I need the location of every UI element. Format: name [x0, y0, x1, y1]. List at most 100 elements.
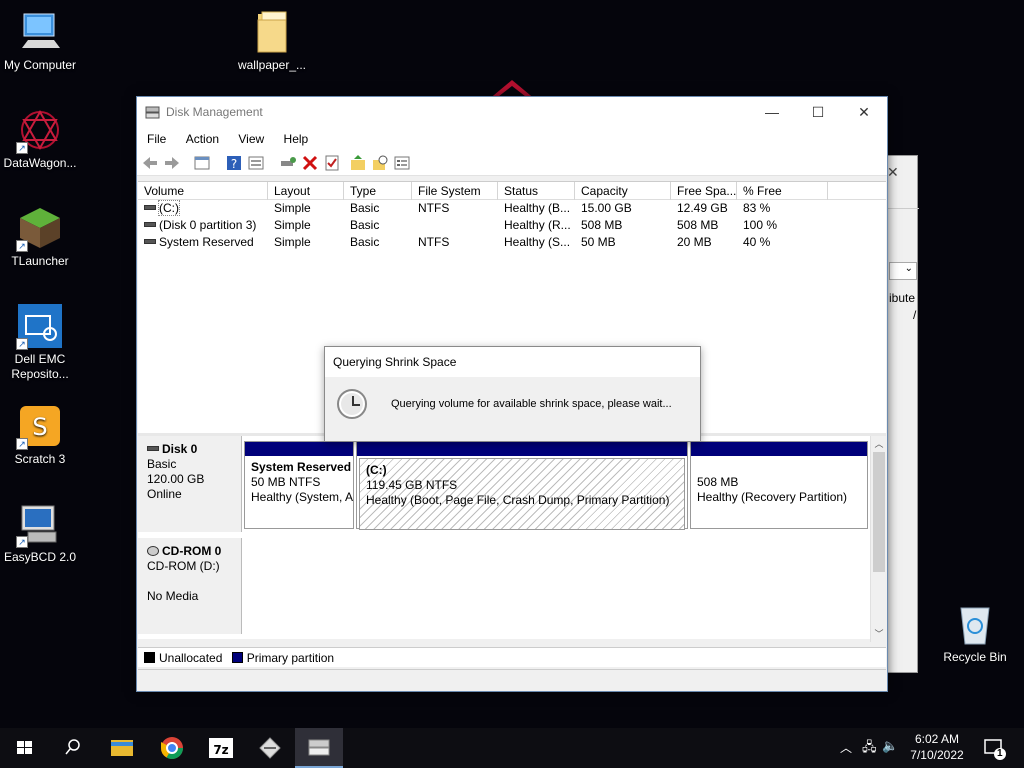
- volume-free-space: 508 MB: [677, 218, 719, 232]
- partition-recovery[interactable]: 508 MB Healthy (Recovery Partition): [690, 441, 868, 529]
- forward-arrow-icon[interactable]: [163, 154, 181, 172]
- desktop-icon-easybcd[interactable]: ↗ EasyBCD 2.0: [0, 502, 80, 565]
- chevron-up-icon[interactable]: ︿: [840, 739, 852, 756]
- dropdown-chevron-icon[interactable]: ⌄: [889, 262, 917, 280]
- shortcut-arrow-icon: ↗: [16, 536, 28, 548]
- scroll-up-icon[interactable]: ︿: [871, 436, 887, 452]
- disk-0-row[interactable]: Disk 0 Basic 120.00 GB Online System Res…: [138, 436, 870, 534]
- menu-action[interactable]: Action: [178, 128, 227, 150]
- folder-icon: [250, 10, 294, 54]
- check-icon[interactable]: [323, 154, 341, 172]
- menu-help[interactable]: Help: [276, 128, 317, 150]
- column-header-percent-free[interactable]: % Free: [737, 182, 828, 200]
- dialog-message: Querying volume for available shrink spa…: [391, 398, 672, 410]
- desktop-icon-scratch[interactable]: S ↗ Scratch 3: [0, 404, 80, 467]
- column-header-type[interactable]: Type: [344, 182, 412, 200]
- disk-state: Online: [147, 487, 182, 501]
- volume-layout: Simple: [274, 201, 311, 215]
- volume-name: System Reserved: [159, 235, 254, 249]
- search-folder-icon[interactable]: [371, 154, 389, 172]
- column-header-status[interactable]: Status: [498, 182, 575, 200]
- scratch-icon: S ↗: [16, 404, 62, 450]
- clock-date: 7/10/2022: [910, 748, 964, 762]
- taskbar-file-explorer[interactable]: [98, 728, 146, 768]
- disk-map-scrollbar[interactable]: ︿ ﹀: [870, 436, 886, 642]
- back-arrow-icon[interactable]: [141, 154, 159, 172]
- partition-status: Healthy (Boot, Page File, Crash Dump, Pr…: [366, 493, 670, 507]
- taskbar-app[interactable]: [246, 728, 294, 768]
- cdrom-icon: [147, 545, 159, 556]
- show-hide-console-icon[interactable]: [193, 154, 211, 172]
- partition-status: Healthy (System, A: [251, 490, 353, 504]
- partition-system-reserved[interactable]: System Reserved 50 MB NTFS Healthy (Syst…: [244, 441, 354, 529]
- volume-layout: Simple: [274, 235, 311, 249]
- column-header-free-space[interactable]: Free Spa...: [671, 182, 737, 200]
- close-button[interactable]: ✕: [841, 97, 887, 128]
- clock[interactable]: 6:02 AM 7/10/2022: [902, 728, 972, 768]
- querying-shrink-space-dialog[interactable]: Querying Shrink Space Querying volume fo…: [324, 346, 701, 442]
- start-button[interactable]: [0, 728, 48, 768]
- desktop-icon-recycle-bin[interactable]: Recycle Bin: [935, 602, 1015, 665]
- maximize-button[interactable]: ☐: [795, 97, 841, 128]
- volume-layout: Simple: [274, 218, 311, 232]
- volume-status: Healthy (B...: [504, 201, 571, 215]
- volume-file-system: NTFS: [418, 235, 450, 249]
- disk-0-label[interactable]: Disk 0 Basic 120.00 GB Online: [138, 436, 242, 532]
- computer-icon: [18, 10, 62, 54]
- datawagon-icon: ↗: [16, 108, 62, 154]
- connect-drive-icon[interactable]: [279, 154, 297, 172]
- scroll-down-icon[interactable]: ﹀: [871, 626, 887, 642]
- volume-row[interactable]: (C:) Simple Basic NTFS Healthy (B... 15.…: [138, 200, 886, 217]
- desktop-icon-my-computer[interactable]: My Computer: [0, 10, 80, 73]
- minimize-button[interactable]: —: [749, 97, 795, 128]
- shortcut-arrow-icon: ↗: [16, 438, 28, 450]
- delete-icon[interactable]: [301, 154, 319, 172]
- cdrom-0-label[interactable]: CD-ROM 0 CD-ROM (D:) No Media: [138, 538, 242, 634]
- partition-status: Healthy (Recovery Partition): [697, 490, 848, 504]
- menu-file[interactable]: File: [139, 128, 174, 150]
- column-header-capacity[interactable]: Capacity: [575, 182, 671, 200]
- help-icon[interactable]: ?: [225, 154, 243, 172]
- volume-name: (Disk 0 partition 3): [159, 218, 257, 232]
- volume-icon[interactable]: 🔈: [882, 738, 898, 754]
- volume-list-header: Volume Layout Type File System Status Ca…: [138, 182, 886, 200]
- desktop-icon-label: Recycle Bin: [943, 650, 1007, 664]
- taskbar-chrome[interactable]: [148, 728, 196, 768]
- notification-center-button[interactable]: 1: [978, 728, 1018, 768]
- search-button[interactable]: [48, 728, 96, 768]
- disk-map-panel[interactable]: Disk 0 Basic 120.00 GB Online System Res…: [138, 433, 886, 642]
- export-folder-icon[interactable]: [349, 154, 367, 172]
- cdrom-name: CD-ROM 0: [162, 544, 222, 558]
- column-header-volume[interactable]: Volume: [138, 182, 268, 200]
- properties-icon[interactable]: [247, 154, 265, 172]
- disk-management-icon: [308, 739, 330, 756]
- list-view-icon[interactable]: [393, 154, 411, 172]
- shortcut-arrow-icon: ↗: [16, 240, 28, 252]
- network-icon[interactable]: 🖧: [862, 738, 877, 760]
- partition-name: (C:): [366, 463, 387, 477]
- menu-view[interactable]: View: [230, 128, 272, 150]
- primary-partition-band: [245, 442, 353, 456]
- volume-row[interactable]: System Reserved Simple Basic NTFS Health…: [138, 234, 886, 251]
- desktop-icon-datawagon[interactable]: ↗ DataWagon...: [0, 108, 80, 171]
- title-bar[interactable]: Disk Management — ☐ ✕: [137, 97, 887, 128]
- tool-icon: [259, 737, 281, 759]
- partition-c[interactable]: (C:) 119.45 GB NTFS Healthy (Boot, Page …: [356, 441, 688, 530]
- scrollbar-thumb[interactable]: [873, 452, 885, 572]
- taskbar-7zip[interactable]: 7z: [197, 728, 245, 768]
- shortcut-arrow-icon: ↗: [16, 142, 28, 154]
- search-icon: [65, 739, 80, 755]
- volume-free-space: 20 MB: [677, 235, 712, 249]
- column-header-layout[interactable]: Layout: [268, 182, 344, 200]
- taskbar-disk-management[interactable]: [295, 728, 343, 768]
- volume-row[interactable]: (Disk 0 partition 3) Simple Basic Health…: [138, 217, 886, 234]
- primary-partition-band: [357, 442, 687, 456]
- desktop-icon-dell-emc[interactable]: ↗ Dell EMC Reposito...: [0, 304, 80, 382]
- desktop-icon-wallpaper-folder[interactable]: wallpaper_...: [232, 10, 312, 73]
- cdrom-0-row[interactable]: CD-ROM 0 CD-ROM (D:) No Media: [138, 538, 870, 636]
- column-header-file-system[interactable]: File System: [412, 182, 498, 200]
- desktop-icon-tlauncher[interactable]: ↗ TLauncher: [0, 206, 80, 269]
- close-icon[interactable]: ✕: [887, 164, 899, 181]
- disk-size: 120.00 GB: [147, 472, 205, 486]
- background-window[interactable]: ✕ ⌄ ibute /: [884, 155, 919, 673]
